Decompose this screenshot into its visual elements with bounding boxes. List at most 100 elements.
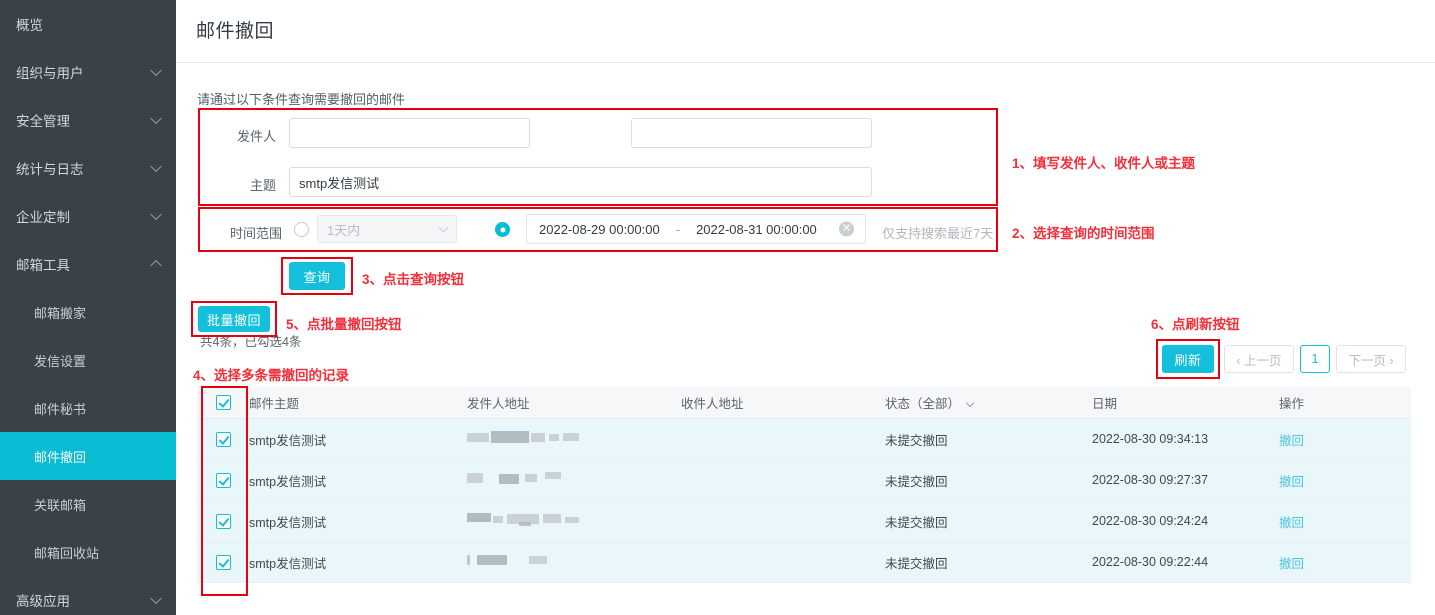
column-header-subject: 邮件主题 (249, 393, 467, 412)
date-end[interactable]: 2022-08-31 00:00:00 (696, 222, 817, 237)
cell-sender-redacted (467, 513, 681, 529)
recall-link[interactable]: 撤回 (1279, 475, 1304, 489)
range-tip: 仅支持搜索最近7天 (882, 223, 993, 242)
subject-input[interactable] (289, 167, 872, 197)
cell-action: 撤回 (1279, 430, 1399, 449)
receiver-input[interactable] (631, 118, 872, 148)
divider (176, 62, 1435, 63)
row-checkbox[interactable] (216, 432, 231, 447)
table-row[interactable]: smtp发信测试 未提交撤回 2022-08-30 09:24:24 撤回 (197, 501, 1411, 542)
cell-status: 未提交撤回 (885, 471, 1092, 490)
row-select-cell (197, 514, 249, 529)
row-select-cell (197, 473, 249, 488)
chevron-down-icon (150, 113, 161, 124)
column-header-date: 日期 (1092, 393, 1279, 412)
sidebar-item-label: 邮箱回收站 (34, 543, 99, 562)
sidebar-item-mailbox-tools[interactable]: 邮箱工具 (0, 240, 176, 288)
subject-label: 主题 (224, 175, 276, 194)
sender-input[interactable] (289, 118, 530, 148)
sidebar-item-overview[interactable]: 概览 (0, 0, 176, 48)
sidebar-item-org-users[interactable]: 组织与用户 (0, 48, 176, 96)
cell-date: 2022-08-30 09:34:13 (1092, 432, 1279, 446)
column-header-status[interactable]: 状态（全部） (885, 393, 1092, 412)
annotation-label-1: 1、填写发件人、收件人或主题 (1012, 152, 1195, 172)
page-number-1[interactable]: 1 (1300, 345, 1330, 373)
cell-date: 2022-08-30 09:22:44 (1092, 555, 1279, 569)
date-start[interactable]: 2022-08-29 00:00:00 (539, 222, 660, 237)
sidebar-item-label: 安全管理 (16, 110, 70, 130)
cell-date: 2022-08-30 09:24:24 (1092, 514, 1279, 528)
cell-action: 撤回 (1279, 512, 1399, 531)
time-range-label: 时间范围 (222, 223, 282, 242)
row-checkbox[interactable] (216, 514, 231, 529)
date-range-picker[interactable]: 2022-08-29 00:00:00 - 2022-08-31 00:00:0… (526, 214, 866, 244)
sidebar-item-advanced-apps[interactable]: 高级应用 (0, 576, 176, 615)
sidebar-item-send-settings[interactable]: 发信设置 (0, 336, 176, 384)
sidebar-item-mailbox-recycle[interactable]: 邮箱回收站 (0, 528, 176, 576)
cell-sender-redacted (467, 472, 681, 488)
row-checkbox[interactable] (216, 555, 231, 570)
next-page-button[interactable]: 下一页 › (1336, 345, 1406, 373)
annotation-label-6: 6、点刷新按钮 (1151, 313, 1240, 333)
sidebar-item-mail-recall[interactable]: 邮件撤回 (0, 432, 176, 480)
query-button[interactable]: 查询 (289, 262, 345, 290)
sidebar-item-label: 企业定制 (16, 206, 70, 226)
recall-link[interactable]: 撤回 (1279, 434, 1304, 448)
select-all-checkbox[interactable] (216, 395, 231, 410)
chevron-up-icon (150, 260, 161, 271)
sidebar-item-stats-logs[interactable]: 统计与日志 (0, 144, 176, 192)
cell-status: 未提交撤回 (885, 512, 1092, 531)
sidebar-item-security[interactable]: 安全管理 (0, 96, 176, 144)
chevron-down-icon (150, 161, 161, 172)
refresh-button[interactable]: 刷新 (1162, 345, 1214, 373)
cell-action: 撤回 (1279, 471, 1399, 490)
sidebar-item-label: 发信设置 (34, 351, 86, 370)
recall-link[interactable]: 撤回 (1279, 557, 1304, 571)
sidebar-item-mailbox-migration[interactable]: 邮箱搬家 (0, 288, 176, 336)
sidebar-item-label: 组织与用户 (16, 62, 84, 82)
prev-page-button[interactable]: ‹ 上一页 (1224, 345, 1294, 373)
chevron-down-icon (439, 223, 449, 233)
sidebar-item-label: 关联邮箱 (34, 495, 86, 514)
cell-status: 未提交撤回 (885, 430, 1092, 449)
quick-range-radio[interactable] (294, 222, 309, 237)
row-select-cell (197, 555, 249, 570)
cell-status: 未提交撤回 (885, 553, 1092, 572)
chevron-down-icon (150, 209, 161, 220)
sidebar-item-mail-secretary[interactable]: 邮件秘书 (0, 384, 176, 432)
chevron-down-icon (150, 65, 161, 76)
main-content: 邮件撤回 请通过以下条件查询需要撤回的邮件 发件人 收件人 主题 时间范围 1天… (176, 0, 1435, 615)
sidebar-item-label: 邮箱搬家 (34, 303, 86, 322)
cell-sender-redacted (467, 431, 681, 447)
sidebar: 概览 组织与用户 安全管理 统计与日志 企业定制 邮箱工具 邮箱搬家 发信设置 (0, 0, 176, 615)
recall-link[interactable]: 撤回 (1279, 516, 1304, 530)
annotation-label-2: 2、选择查询的时间范围 (1012, 222, 1155, 242)
sidebar-item-linked-mailbox[interactable]: 关联邮箱 (0, 480, 176, 528)
sidebar-item-enterprise-custom[interactable]: 企业定制 (0, 192, 176, 240)
table-row[interactable]: smtp发信测试 未提交撤回 2022-08-30 09:22:44 撤回 (197, 542, 1411, 583)
table-header-row: 邮件主题 发件人地址 收件人地址 状态（全部） 日期 操作 (197, 387, 1411, 419)
batch-recall-button[interactable]: 批量撤回 (198, 306, 270, 332)
table-row[interactable]: smtp发信测试 未提交撤回 2022-08-30 09:27:37 撤回 (197, 460, 1411, 501)
page-title: 邮件撤回 (196, 16, 274, 43)
record-count-text: 共4条，已勾选4条 (200, 331, 301, 350)
quick-range-select[interactable]: 1天内 (317, 215, 457, 243)
sidebar-item-label: 高级应用 (16, 590, 70, 610)
form-hint: 请通过以下条件查询需要撤回的邮件 (197, 89, 405, 108)
column-header-sender: 发件人地址 (467, 393, 681, 412)
date-separator: - (676, 222, 680, 237)
row-checkbox[interactable] (216, 473, 231, 488)
cell-sender-redacted (467, 554, 681, 570)
chevron-down-icon[interactable] (966, 399, 974, 407)
table-row[interactable]: smtp发信测试 未提交撤回 2022-08-30 09:34:13 撤回 (197, 419, 1411, 460)
column-header-status-label: 状态（全部） (885, 397, 960, 411)
cell-subject: smtp发信测试 (249, 512, 467, 531)
close-circle-icon[interactable]: ✕ (839, 222, 854, 237)
sidebar-item-label: 邮件秘书 (34, 399, 86, 418)
sender-label: 发件人 (224, 126, 276, 145)
custom-range-radio[interactable] (495, 222, 510, 237)
sidebar-item-label: 统计与日志 (16, 158, 84, 178)
app-root: 概览 组织与用户 安全管理 统计与日志 企业定制 邮箱工具 邮箱搬家 发信设置 (0, 0, 1435, 615)
chevron-down-icon (150, 593, 161, 604)
recall-table: 邮件主题 发件人地址 收件人地址 状态（全部） 日期 操作 smtp发信测试 (197, 387, 1411, 583)
